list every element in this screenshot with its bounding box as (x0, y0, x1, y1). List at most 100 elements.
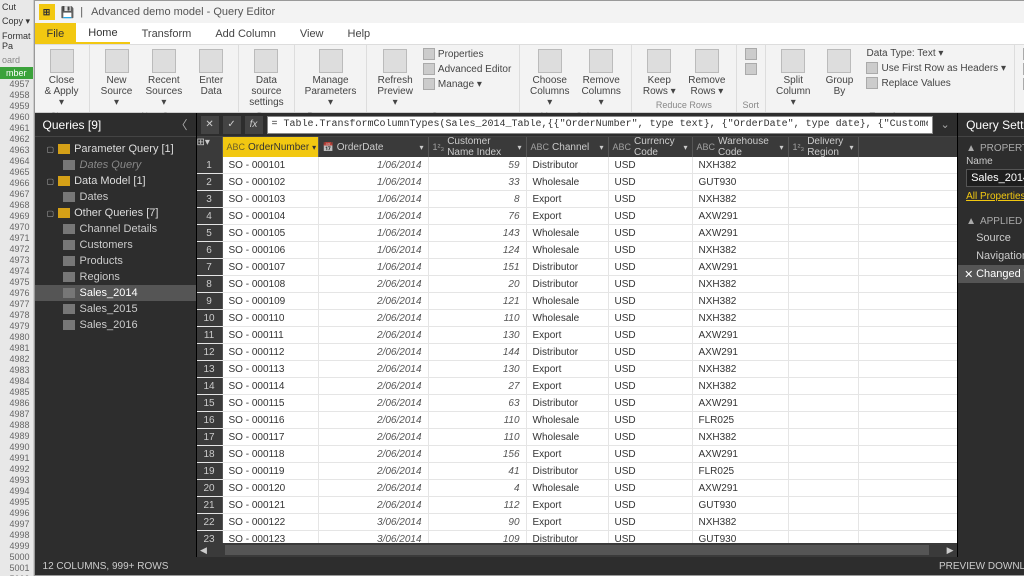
table-row[interactable]: 7SO - 0001071/06/2014151DistributorUSDAX… (197, 259, 958, 276)
tree-group[interactable]: ▢Data Model [1] (35, 173, 196, 189)
column-header[interactable]: 📅OrderDate▾ (319, 137, 429, 157)
tree-group[interactable]: ▢Other Queries [7] (35, 205, 196, 221)
table-row[interactable]: 3SO - 0001031/06/20148ExportUSDNXH382 (197, 191, 958, 208)
table-row[interactable]: 18SO - 0001182/06/2014156ExportUSDAXW291 (197, 446, 958, 463)
table-row[interactable]: 10SO - 0001102/06/2014110WholesaleUSDNXH… (197, 310, 958, 327)
accept-formula-icon[interactable]: ✓ (223, 116, 241, 134)
sort-desc-button[interactable] (743, 62, 759, 76)
cancel-formula-icon[interactable]: ✕ (201, 116, 219, 134)
tree-query[interactable]: Dates (35, 189, 196, 205)
divider: | (80, 6, 83, 19)
all-properties-link[interactable]: All Properties (958, 189, 1024, 210)
queries-header[interactable]: Queries [9]〈 (35, 113, 196, 137)
table-row[interactable]: 23SO - 0001233/06/2014109DistributorUSDG… (197, 531, 958, 543)
column-header[interactable]: ABCChannel▾ (527, 137, 609, 157)
split-column-button[interactable]: Split Column ▾ (772, 47, 814, 110)
table-row[interactable]: 20SO - 0001202/06/20144WholesaleUSDAXW29… (197, 480, 958, 497)
row-header-corner[interactable]: ⊞▾ (197, 137, 223, 157)
statusbar: 12 COLUMNS, 999+ ROWS PREVIEW DOWNLOADED… (35, 557, 1024, 575)
formula-bar: ✕ ✓ fx ⌄ (197, 113, 958, 137)
table-row[interactable]: 9SO - 0001092/06/2014121WholesaleUSDNXH3… (197, 293, 958, 310)
grid-body[interactable]: 1SO - 0001011/06/201459DistributorUSDNXH… (197, 157, 958, 543)
query-settings-pane: Query Settings✕ ▲PROPERTIES Name All Pro… (957, 113, 1024, 557)
refresh-preview-button[interactable]: Refresh Preview ▾ (373, 47, 417, 110)
tree-group[interactable]: ▢Parameter Query [1] (35, 141, 196, 157)
data-source-settings-button[interactable]: Data source settings (245, 47, 287, 110)
table-row[interactable]: 21SO - 0001212/06/2014112ExportUSDGUT930 (197, 497, 958, 514)
manage-parameters-button[interactable]: Manage Parameters ▾ (301, 47, 361, 110)
table-row[interactable]: 8SO - 0001082/06/201420DistributorUSDNXH… (197, 276, 958, 293)
column-header[interactable]: ABCCurrency Code▾ (609, 137, 693, 157)
settings-header: Query Settings✕ (958, 113, 1024, 137)
column-header[interactable]: ABCWarehouse Code▾ (693, 137, 789, 157)
tree-query[interactable]: Regions (35, 269, 196, 285)
table-row[interactable]: 12SO - 0001122/06/2014144DistributorUSDA… (197, 344, 958, 361)
table-row[interactable]: 15SO - 0001152/06/201463DistributorUSDAX… (197, 395, 958, 412)
data-grid: ⊞▾ABCOrderNumber▾📅OrderDate▾1²₃Customer … (197, 137, 958, 557)
tree-query[interactable]: Products (35, 253, 196, 269)
applied-step[interactable]: Source⚙ (958, 229, 1024, 247)
ribbon: Close & Apply ▾ Close New Source ▾ Recen… (35, 45, 1024, 113)
table-row[interactable]: 16SO - 0001162/06/2014110WholesaleUSDFLR… (197, 412, 958, 429)
table-row[interactable]: 14SO - 0001142/06/201427ExportUSDNXH382 (197, 378, 958, 395)
tab-help[interactable]: Help (336, 23, 383, 44)
table-row[interactable]: 1SO - 0001011/06/201459DistributorUSDNXH… (197, 157, 958, 174)
column-header[interactable]: 1²₃Delivery Region▾ (789, 137, 859, 157)
data-type-button[interactable]: Data Type: Text ▾ (864, 47, 1008, 60)
advanced-editor-button[interactable]: Advanced Editor (421, 62, 513, 76)
tab-home[interactable]: Home (76, 23, 129, 44)
new-source-button[interactable]: New Source ▾ (96, 47, 138, 110)
excel-backdrop: Cut Copy ▾ Format Pa oard mber 495749584… (0, 0, 34, 576)
enter-data-button[interactable]: Enter Data (190, 47, 232, 99)
tree-query[interactable]: Customers (35, 237, 196, 253)
table-row[interactable]: 5SO - 0001051/06/2014143WholesaleUSDAXW2… (197, 225, 958, 242)
keep-rows-button[interactable]: Keep Rows ▾ (638, 47, 680, 99)
status-right: PREVIEW DOWNLOADED AT 11:38 AM (939, 561, 1024, 572)
first-row-headers-button[interactable]: Use First Row as Headers ▾ (864, 61, 1008, 75)
menubar: File Home Transform Add Column View Help… (35, 23, 1024, 45)
tab-view[interactable]: View (288, 23, 336, 44)
status-left: 12 COLUMNS, 999+ ROWS (43, 561, 169, 572)
choose-columns-button[interactable]: Choose Columns ▾ (526, 47, 573, 110)
tree-query[interactable]: Sales_2015 (35, 301, 196, 317)
horizontal-scrollbar[interactable]: ◀▶ (197, 543, 958, 557)
properties-button[interactable]: Properties (421, 47, 513, 61)
tab-transform[interactable]: Transform (130, 23, 204, 44)
formula-expand-icon[interactable]: ⌄ (937, 118, 953, 131)
fx-icon[interactable]: fx (245, 116, 263, 134)
remove-rows-button[interactable]: Remove Rows ▾ (684, 47, 729, 99)
query-editor-window: ⊞ 💾 | Advanced demo model - Query Editor… (34, 0, 1024, 576)
group-by-button[interactable]: Group By (818, 47, 860, 99)
table-row[interactable]: 17SO - 0001172/06/2014110WholesaleUSDNXH… (197, 429, 958, 446)
recent-sources-button[interactable]: Recent Sources ▾ (142, 47, 187, 110)
tab-file[interactable]: File (35, 23, 77, 44)
formula-input[interactable] (267, 116, 934, 134)
queries-tree: ▢Parameter Query [1]Dates Query▢Data Mod… (35, 137, 196, 557)
table-row[interactable]: 6SO - 0001061/06/2014124WholesaleUSDNXH3… (197, 242, 958, 259)
table-row[interactable]: 4SO - 0001041/06/201476ExportUSDAXW291 (197, 208, 958, 225)
close-apply-button[interactable]: Close & Apply ▾ (41, 47, 83, 110)
table-row[interactable]: 19SO - 0001192/06/201441DistributorUSDFL… (197, 463, 958, 480)
replace-values-button[interactable]: Replace Values (864, 76, 1008, 90)
remove-columns-button[interactable]: Remove Columns ▾ (577, 47, 625, 110)
applied-step[interactable]: Navigation⚙ (958, 247, 1024, 265)
app-logo: ⊞ (39, 4, 55, 20)
save-icon[interactable]: 💾 (61, 6, 75, 19)
tree-query[interactable]: Sales_2014 (35, 285, 196, 301)
table-row[interactable]: 22SO - 0001223/06/201490ExportUSDNXH382 (197, 514, 958, 531)
sort-asc-button[interactable] (743, 47, 759, 61)
table-row[interactable]: 13SO - 0001132/06/2014130ExportUSDNXH382 (197, 361, 958, 378)
applied-step[interactable]: ✕Changed Type (958, 265, 1024, 283)
manage-button[interactable]: Manage ▾ (421, 77, 513, 91)
query-name-input[interactable] (966, 169, 1024, 187)
titlebar: ⊞ 💾 | Advanced demo model - Query Editor… (35, 1, 1024, 23)
tree-query[interactable]: Dates Query (35, 157, 196, 173)
tree-query[interactable]: Channel Details (35, 221, 196, 237)
collapse-icon[interactable]: 〈 (176, 116, 188, 133)
table-row[interactable]: 2SO - 0001021/06/201433WholesaleUSDGUT93… (197, 174, 958, 191)
table-row[interactable]: 11SO - 0001112/06/2014130ExportUSDAXW291 (197, 327, 958, 344)
column-header[interactable]: ABCOrderNumber▾ (223, 137, 319, 157)
column-header[interactable]: 1²₃Customer Name Index▾ (429, 137, 527, 157)
tree-query[interactable]: Sales_2016 (35, 317, 196, 333)
tab-addcolumn[interactable]: Add Column (203, 23, 288, 44)
